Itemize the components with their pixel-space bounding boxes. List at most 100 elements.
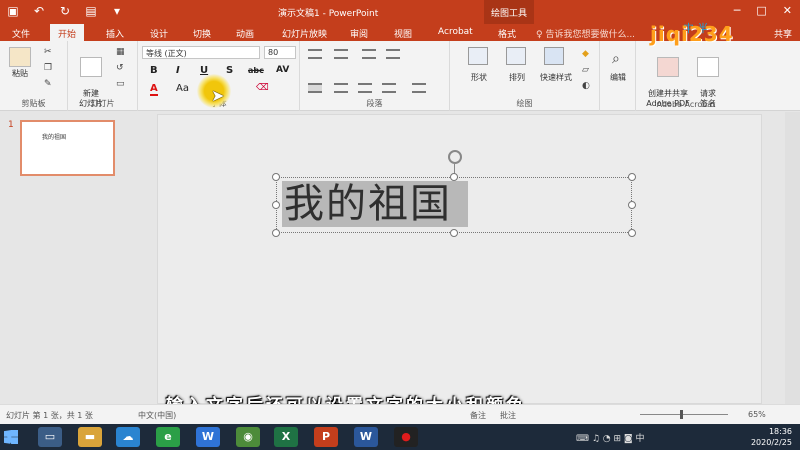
italic-button[interactable]: I [176,65,180,76]
shapes-label[interactable]: 形状 [464,73,494,83]
new-slide-icon [80,57,102,77]
start-icon[interactable] [4,430,18,444]
shape-effects-icon[interactable]: ◐ [582,81,590,91]
shapes-icon[interactable] [468,47,488,65]
quick-styles-icon[interactable] [544,47,564,65]
slide-canvas[interactable]: 我的祖国 [157,114,762,404]
tell-me-search[interactable]: ♀ 告诉我您想要做什么... [536,27,635,40]
strikethrough-button[interactable]: abc [248,66,264,75]
slideshow-icon[interactable]: ▤ [84,4,98,18]
cut-icon[interactable]: ✂ [44,47,52,57]
vertical-scrollbar[interactable] [785,112,800,404]
notes-button[interactable]: 备注 [470,410,486,421]
browser-icon[interactable]: e [156,427,180,447]
align-left-icon[interactable] [308,83,322,93]
resize-handle[interactable] [272,229,280,237]
rotate-handle-icon[interactable] [448,150,462,164]
zoom-slider-thumb[interactable] [680,410,683,419]
copy-icon[interactable]: ❐ [44,63,52,73]
minimize-icon[interactable]: ─ [734,4,741,17]
arrange-label[interactable]: 排列 [502,73,532,83]
align-right-icon[interactable] [358,83,372,93]
font-size-combo[interactable]: 80 [264,46,296,59]
resize-handle[interactable] [628,201,636,209]
format-painter-icon[interactable]: ✎ [44,79,52,89]
bullets-icon[interactable] [308,49,322,59]
save-icon[interactable]: ▣ [6,4,20,18]
window-controls: ─ □ ✕ [734,4,792,17]
layout-icon[interactable]: ▦ [116,47,125,57]
zoom-level[interactable]: 65% [748,410,766,419]
tab-file[interactable]: 文件 [12,27,30,40]
excel-icon[interactable]: X [274,427,298,447]
tab-acrobat[interactable]: Acrobat [438,27,473,37]
arrange-icon[interactable] [506,47,526,65]
font-color-button[interactable]: A [150,83,158,96]
tab-review[interactable]: 审阅 [350,27,368,40]
wps-icon[interactable]: W [196,427,220,447]
drawing-group: 形状 排列 快速样式 ◆ ▱ ◐ 绘图 [450,41,600,111]
cloud-icon[interactable]: ☁ [116,427,140,447]
sign-icon [697,57,719,77]
slide-text[interactable]: 我的祖国 [282,181,468,227]
chrome-icon[interactable]: ◉ [236,427,260,447]
record-icon[interactable]: ● [394,427,418,447]
word-icon[interactable]: W [354,427,378,447]
resize-handle[interactable] [628,229,636,237]
ime-indicator[interactable]: 中 [636,434,645,444]
resize-handle[interactable] [272,201,280,209]
paragraph-group: 段落 [300,41,450,111]
file-explorer-icon[interactable]: ▭ [38,427,62,447]
justify-icon[interactable] [382,83,396,93]
ribbon: 粘贴 ✂ ❐ ✎ 剪贴板 新建 幻灯片 ▦ ↺ ▭ 幻灯片 等线 (正文) 80… [0,41,800,111]
tab-view[interactable]: 视图 [394,27,412,40]
decrease-indent-icon[interactable] [362,49,376,59]
powerpoint-icon[interactable]: P [314,427,338,447]
numbering-icon[interactable] [334,49,348,59]
tab-design[interactable]: 设计 [150,27,168,40]
folder-icon[interactable]: ▬ [78,427,102,447]
tab-slideshow[interactable]: 幻灯片放映 [282,27,327,40]
customize-qat-icon[interactable]: ▾ [110,4,124,18]
reset-icon[interactable]: ↺ [116,63,124,73]
resize-handle[interactable] [272,173,280,181]
clock-time: 18:36 [768,427,792,436]
shape-outline-icon[interactable]: ▱ [582,65,589,75]
tab-home[interactable]: 开始 [50,24,85,41]
clear-format-icon[interactable]: ⌫ [256,83,269,93]
bold-button[interactable]: B [150,65,158,76]
section-icon[interactable]: ▭ [116,79,125,89]
language-indicator[interactable]: 中文(中国) [138,410,176,421]
editing-group: ⌕ 编辑 [600,41,636,111]
resize-handle[interactable] [628,173,636,181]
increase-indent-icon[interactable] [386,49,400,59]
undo-icon[interactable]: ↶ [32,4,46,18]
clock[interactable]: 18:36 2020/2/25 [751,426,792,448]
resize-handle[interactable] [450,229,458,237]
zoom-slider[interactable] [640,414,728,415]
status-bar: 幻灯片 第 1 张，共 1 张 中文(中国) 备注 批注 65% [0,404,800,424]
align-center-icon[interactable] [334,83,348,93]
slide-thumbnail[interactable]: 我的祖国 [20,120,115,176]
shadow-button[interactable]: S [226,65,233,76]
comments-button[interactable]: 批注 [500,410,516,421]
system-tray: ⌨ ♫ ◔ ⊞ ◙ 中 [576,434,645,444]
tab-format[interactable]: 格式 [498,27,516,40]
shape-fill-icon[interactable]: ◆ [582,49,589,59]
change-case-button[interactable]: Aa [176,83,189,94]
paste-button[interactable]: 粘贴 [6,47,34,79]
edit-label[interactable]: 编辑 [604,73,632,83]
text-direction-icon[interactable] [412,83,426,93]
font-name-combo[interactable]: 等线 (正文) [142,46,260,59]
quick-styles-label[interactable]: 快速样式 [532,73,580,83]
tab-animations[interactable]: 动画 [236,27,254,40]
char-spacing-button[interactable]: AV [276,65,289,75]
share-button[interactable]: 共享 [774,27,792,40]
redo-icon[interactable]: ↻ [58,4,72,18]
tab-insert[interactable]: 插入 [106,27,124,40]
resize-handle[interactable] [450,173,458,181]
close-icon[interactable]: ✕ [783,4,792,17]
maximize-icon[interactable]: □ [756,4,766,17]
find-icon[interactable]: ⌕ [612,51,620,67]
tab-transitions[interactable]: 切换 [193,27,211,40]
